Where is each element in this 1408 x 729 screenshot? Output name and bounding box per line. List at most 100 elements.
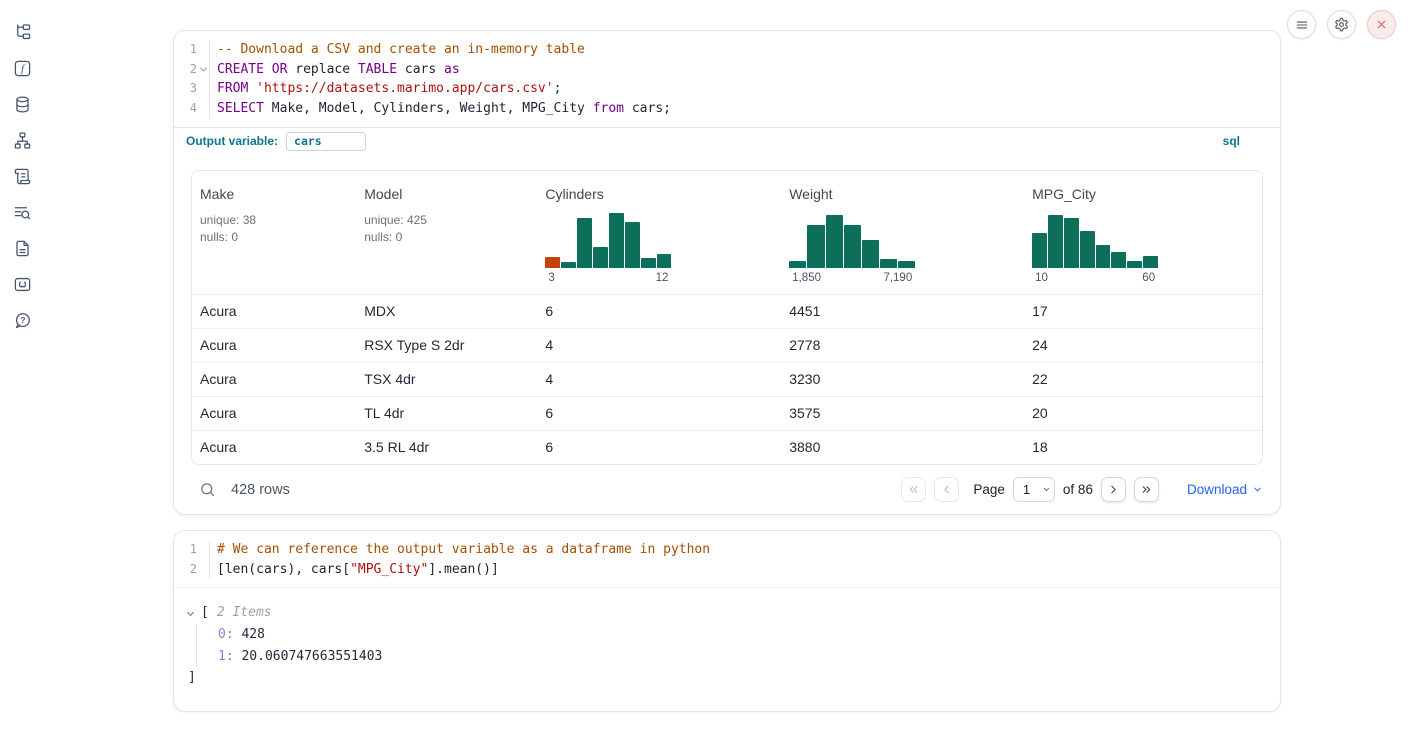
line-number-gutter: 3 xyxy=(174,79,210,99)
table-cell: TSX 4dr xyxy=(356,371,537,387)
table-cell: Acura xyxy=(192,439,356,455)
column-label[interactable]: Weight xyxy=(789,185,1016,203)
documentation-icon[interactable] xyxy=(12,238,32,258)
table-search[interactable]: 428 rows xyxy=(199,481,290,498)
histogram-axis: 1060 xyxy=(1032,272,1158,287)
file-tree-icon[interactable] xyxy=(12,22,32,42)
page-select-wrap: 1 xyxy=(1013,477,1055,502)
column-label[interactable]: Model xyxy=(364,185,529,203)
shutdown-icon[interactable] xyxy=(1367,10,1396,39)
python-code-editor[interactable]: 1 # We can reference the output variable … xyxy=(174,531,1280,587)
sidebar: f ? xyxy=(0,0,44,729)
search-icon[interactable] xyxy=(199,481,216,498)
histogram-bar xyxy=(1111,252,1126,268)
help-icon[interactable]: ? xyxy=(12,310,32,330)
output-tree-toggle[interactable]: [ 2 Items xyxy=(188,602,1264,622)
table-cell: 6 xyxy=(537,405,781,421)
code-text: # We can reference the output variable a… xyxy=(210,540,710,560)
open-bracket: [ xyxy=(201,605,209,620)
logs-icon[interactable] xyxy=(12,202,32,222)
function-cell-icon[interactable]: f xyxy=(12,58,32,78)
table-cell: RSX Type S 2dr xyxy=(356,337,537,353)
code-text: SELECT Make, Model, Cylinders, Weight, M… xyxy=(210,99,671,119)
histogram-bar xyxy=(577,218,592,268)
page-label: Page xyxy=(973,482,1005,497)
chevron-right-icon xyxy=(1107,483,1120,496)
table-cell: 6 xyxy=(537,303,781,319)
fold-spacer xyxy=(197,564,209,576)
line-number-gutter: 1 xyxy=(174,540,210,560)
table-row: Acura3.5 RL 4dr6388018 xyxy=(192,430,1262,464)
row-count: 428 rows xyxy=(231,482,290,498)
column-label[interactable]: MPG_City xyxy=(1032,185,1254,203)
entry-value: 20.060747663551403 xyxy=(234,649,383,664)
download-button[interactable]: Download xyxy=(1187,482,1263,497)
table-cell: 18 xyxy=(1024,439,1262,455)
histogram-bar xyxy=(1096,245,1111,268)
last-page-button[interactable] xyxy=(1134,477,1159,502)
token-comment: # We can reference the output variable a… xyxy=(217,542,710,557)
token-plain: cars xyxy=(397,62,444,77)
output-variable-input[interactable] xyxy=(286,132,366,151)
axis-min-label: 1,850 xyxy=(792,272,821,287)
output-entry: 1: 20.060747663551403 xyxy=(218,646,1264,668)
column-label[interactable]: Make xyxy=(200,185,348,203)
data-table: Makeunique: 38nulls: 0Modelunique: 425nu… xyxy=(191,170,1263,465)
python-cell: 1 # We can reference the output variable … xyxy=(173,530,1281,712)
histogram-bar xyxy=(657,254,672,268)
token-string: "MPG_City" xyxy=(350,562,428,577)
sql-code-editor[interactable]: 1-- Download a CSV and create an in-memo… xyxy=(174,31,1280,127)
page-total-label: of 86 xyxy=(1063,482,1093,497)
fold-spacer xyxy=(197,103,209,115)
axis-max-label: 7,190 xyxy=(883,272,912,287)
table-row: AcuraTL 4dr6357520 xyxy=(192,396,1262,430)
table-cell: Acura xyxy=(192,405,356,421)
datasources-icon[interactable] xyxy=(12,94,32,114)
token-plain xyxy=(264,62,272,77)
line-number-gutter: 4 xyxy=(174,99,210,119)
page-select[interactable]: 1 xyxy=(1013,477,1055,502)
table-cell: 3575 xyxy=(781,405,1024,421)
scratchpad-icon[interactable] xyxy=(12,166,32,186)
table-row: AcuraMDX6445117 xyxy=(192,294,1262,328)
previous-page-button[interactable] xyxy=(934,477,959,502)
column-label[interactable]: Cylinders xyxy=(545,185,773,203)
table-cell: 4 xyxy=(537,371,781,387)
histogram-bar xyxy=(1032,233,1047,268)
output-variable-label: Output variable: xyxy=(186,134,278,148)
table-cell: 3.5 RL 4dr xyxy=(356,439,537,455)
table-column-header: MPG_City 1060 xyxy=(1024,171,1262,294)
unique-count: unique: 425 xyxy=(364,212,529,229)
token-plain: [len(cars), cars[ xyxy=(217,562,350,577)
token-comment: -- Download a CSV and create an in-memor… xyxy=(217,42,585,57)
line-number: 1 xyxy=(190,540,197,560)
table-cell: 22 xyxy=(1024,371,1262,387)
axis-max-label: 12 xyxy=(656,272,669,287)
sql-output-variable-row: Output variable: sql xyxy=(174,127,1280,155)
table-cell: TL 4dr xyxy=(356,405,537,421)
histogram-bar xyxy=(609,213,624,268)
histogram-bar xyxy=(561,262,576,268)
table-cell: Acura xyxy=(192,337,356,353)
snippets-icon[interactable] xyxy=(12,274,32,294)
table-column-header: Makeunique: 38nulls: 0 xyxy=(192,171,356,294)
entry-key: 0: xyxy=(218,627,234,642)
chevron-down-icon xyxy=(1252,484,1263,495)
table-header: Makeunique: 38nulls: 0Modelunique: 425nu… xyxy=(192,171,1262,294)
first-page-button[interactable] xyxy=(901,477,926,502)
table-cell: 20 xyxy=(1024,405,1262,421)
column-histogram xyxy=(1032,213,1158,268)
line-number: 4 xyxy=(190,99,197,119)
histogram-bar xyxy=(641,258,656,268)
histogram-bar xyxy=(1127,261,1142,268)
settings-icon[interactable] xyxy=(1327,10,1356,39)
table-body: AcuraMDX6445117AcuraRSX Type S 2dr427782… xyxy=(192,294,1262,464)
histogram-axis: 312 xyxy=(545,272,671,287)
token-plain: cars; xyxy=(624,101,671,116)
table-cell: 3230 xyxy=(781,371,1024,387)
menu-icon[interactable] xyxy=(1287,10,1316,39)
dependency-graph-icon[interactable] xyxy=(12,130,32,150)
next-page-button[interactable] xyxy=(1101,477,1126,502)
token-keyword: as xyxy=(444,62,460,77)
fold-chevron-icon[interactable] xyxy=(197,64,209,76)
